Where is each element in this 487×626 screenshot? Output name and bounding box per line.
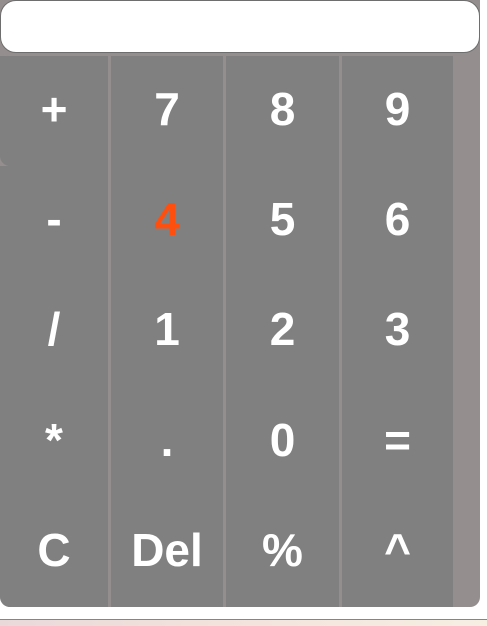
keypad: + 7 8 9 - 4 5 6 / 1 2 3 * . 0 = C Del % … [0, 56, 453, 607]
digit-3-button[interactable]: 3 [342, 276, 453, 387]
digit-4-button[interactable]: 4 [111, 166, 223, 277]
divide-button[interactable]: / [0, 276, 108, 387]
percent-button[interactable]: % [226, 496, 339, 607]
calculator: + 7 8 9 - 4 5 6 / 1 2 3 * . 0 = C Del % … [0, 0, 480, 607]
digit-1-button[interactable]: 1 [111, 276, 223, 387]
subtract-button[interactable]: - [0, 166, 108, 277]
clear-button[interactable]: C [0, 496, 108, 607]
multiply-button[interactable]: * [0, 386, 108, 497]
display-input[interactable] [0, 0, 480, 53]
digit-5-button[interactable]: 5 [226, 166, 339, 277]
add-button[interactable]: + [0, 56, 108, 167]
power-button[interactable]: ^ [342, 496, 453, 607]
digit-8-button[interactable]: 8 [226, 56, 339, 167]
decimal-button[interactable]: . [111, 386, 223, 497]
digit-0-button[interactable]: 0 [226, 386, 339, 497]
digit-6-button[interactable]: 6 [342, 166, 453, 277]
equals-button[interactable]: = [342, 386, 453, 497]
delete-button[interactable]: Del [111, 496, 223, 607]
digit-2-button[interactable]: 2 [226, 276, 339, 387]
digit-7-button[interactable]: 7 [111, 56, 223, 167]
digit-9-button[interactable]: 9 [342, 56, 453, 167]
